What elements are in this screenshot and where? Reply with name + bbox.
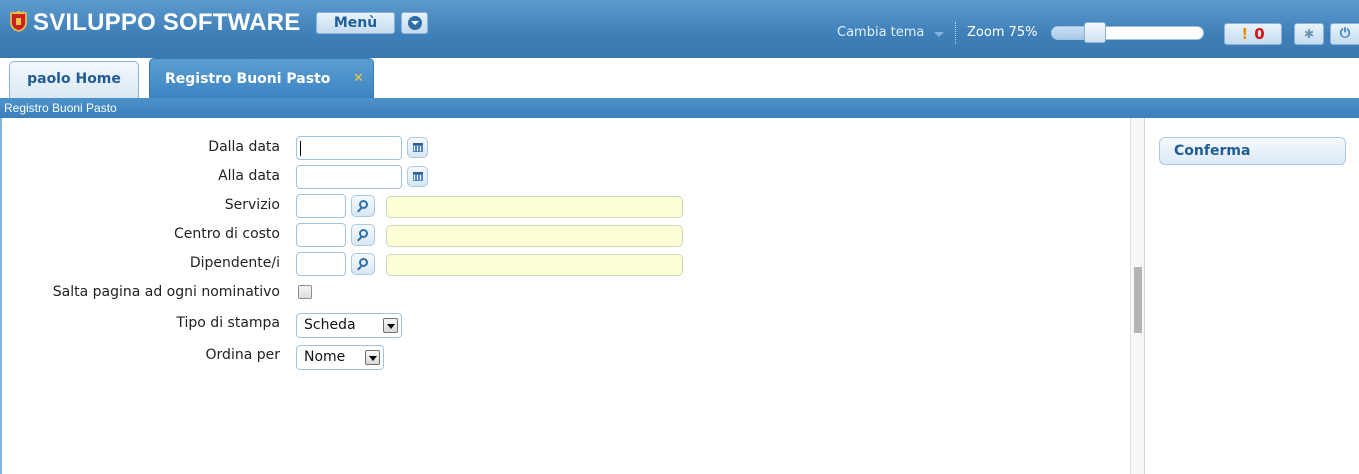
actions-panel bbox=[1145, 118, 1359, 474]
employees-code-input[interactable] bbox=[296, 252, 346, 276]
app-title: SVILUPPO SOFTWARE bbox=[33, 9, 301, 36]
order-by-value: Nome bbox=[304, 349, 346, 365]
chevron-down-icon[interactable] bbox=[365, 350, 380, 365]
scrollbar-thumb[interactable] bbox=[1134, 267, 1142, 333]
confirm-button[interactable]: Conferma bbox=[1159, 137, 1346, 165]
cost-center-search-button[interactable] bbox=[351, 224, 375, 246]
print-type-select[interactable]: Scheda bbox=[296, 313, 402, 338]
service-description-field[interactable] bbox=[386, 196, 683, 218]
print-type-label: Tipo di stampa bbox=[176, 315, 280, 331]
date-to-input[interactable] bbox=[296, 165, 402, 189]
notifications-count: 0 bbox=[1254, 25, 1265, 43]
breadcrumb: Registro Buoni Pasto bbox=[0, 98, 1359, 118]
service-search-button[interactable] bbox=[351, 195, 375, 217]
logout-button[interactable]: ⏻ bbox=[1330, 23, 1359, 45]
calendar-icon bbox=[413, 143, 423, 152]
menu-button[interactable]: Menù bbox=[316, 12, 395, 34]
search-icon bbox=[359, 229, 368, 238]
date-to-label: Alla data bbox=[218, 168, 280, 184]
search-icon bbox=[359, 258, 368, 267]
order-by-select[interactable]: Nome bbox=[296, 345, 384, 370]
page-break-checkbox[interactable] bbox=[298, 285, 312, 299]
zoom-slider-handle[interactable] bbox=[1084, 22, 1106, 43]
power-icon: ⏻ bbox=[1339, 26, 1351, 41]
employees-search-button[interactable] bbox=[351, 253, 375, 275]
chevron-down-icon[interactable] bbox=[383, 318, 398, 333]
top-header: SVILUPPO SOFTWARE Menù Cambia tema Zoom … bbox=[0, 0, 1359, 58]
date-from-input[interactable] bbox=[296, 136, 402, 160]
cost-center-description-field[interactable] bbox=[386, 225, 683, 247]
zoom-slider[interactable] bbox=[1051, 26, 1204, 40]
settings-button[interactable]: ✱ bbox=[1294, 23, 1324, 45]
alert-icon: ! bbox=[1241, 25, 1249, 43]
calendar-icon bbox=[413, 172, 423, 181]
search-icon bbox=[359, 200, 368, 209]
service-label: Servizio bbox=[224, 197, 280, 213]
date-from-label: Dalla data bbox=[208, 139, 280, 155]
order-by-label: Ordina per bbox=[205, 347, 280, 363]
print-type-value: Scheda bbox=[304, 317, 356, 333]
cost-center-label: Centro di costo bbox=[173, 226, 280, 242]
date-from-calendar-button[interactable] bbox=[407, 137, 428, 158]
close-icon[interactable]: ✕ bbox=[353, 71, 364, 86]
date-to-calendar-button[interactable] bbox=[407, 166, 428, 187]
chevron-down-icon bbox=[408, 16, 422, 30]
cost-center-code-input[interactable] bbox=[296, 223, 346, 247]
menu-dropdown-button[interactable] bbox=[401, 12, 428, 34]
header-separator bbox=[955, 22, 956, 44]
tab-home[interactable]: paolo Home bbox=[9, 61, 139, 98]
notifications-button[interactable]: ! 0 bbox=[1224, 23, 1282, 45]
gear-icon: ✱ bbox=[1303, 27, 1315, 41]
tab-registro-buoni-pasto[interactable]: Registro Buoni Pasto ✕ bbox=[149, 58, 374, 98]
service-code-input[interactable] bbox=[296, 194, 346, 218]
text-caret bbox=[300, 141, 301, 156]
theme-dropdown-arrow-icon[interactable] bbox=[934, 32, 944, 37]
coat-of-arms-logo-icon bbox=[10, 10, 27, 32]
breadcrumb-label: Registro Buoni Pasto bbox=[4, 101, 117, 115]
page-break-label: Salta pagina ad ogni nominativo bbox=[52, 284, 280, 300]
tab-label: Registro Buoni Pasto bbox=[165, 71, 331, 87]
employees-description-field[interactable] bbox=[386, 254, 683, 276]
zoom-label: Zoom 75% bbox=[967, 25, 1038, 40]
employees-label: Dipendente/i bbox=[189, 255, 280, 271]
change-theme-link[interactable]: Cambia tema bbox=[837, 25, 924, 40]
